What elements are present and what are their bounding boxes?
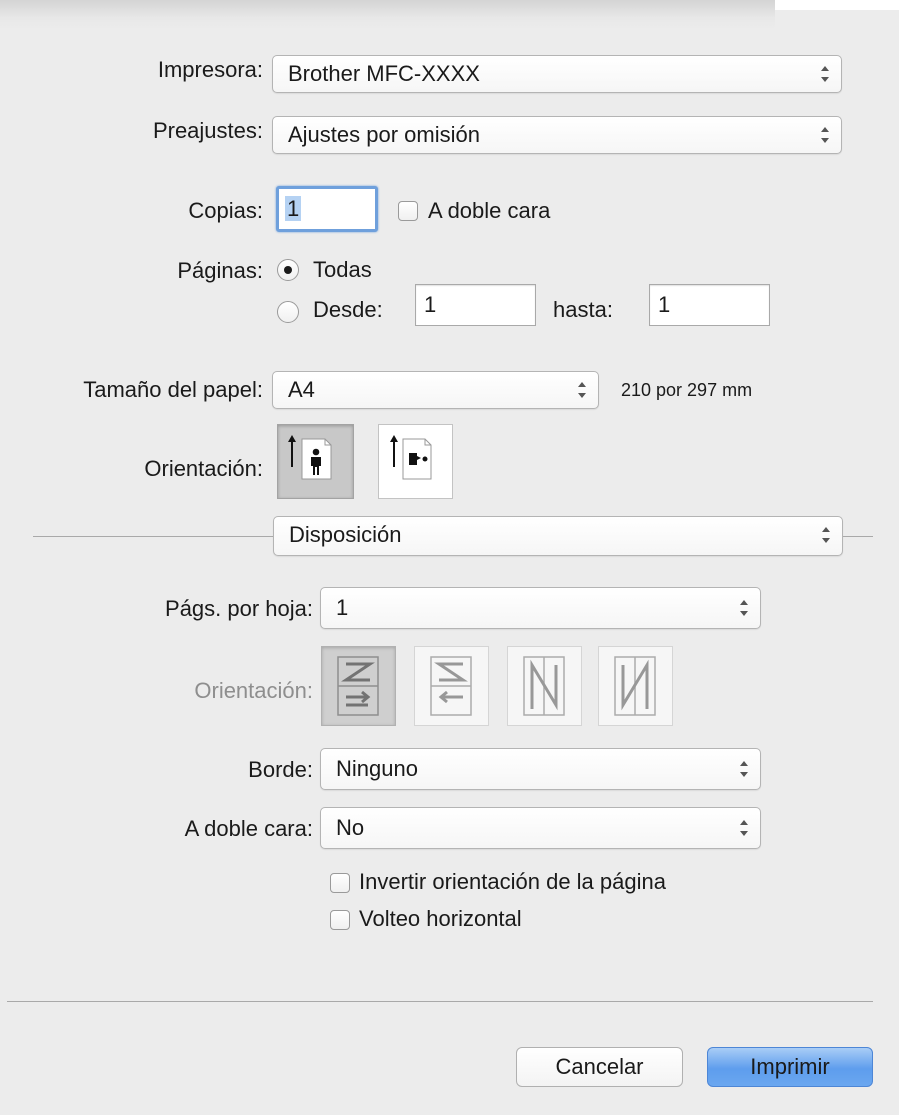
- portrait-icon: [288, 435, 332, 480]
- pages-to-field[interactable]: 1: [649, 284, 770, 326]
- layout-direction-z-button[interactable]: [321, 646, 396, 726]
- paper-size-label: Tamaño del papel:: [83, 377, 263, 402]
- border-value: Ninguno: [336, 756, 418, 781]
- printer-popup[interactable]: Brother MFC-XXXX: [272, 55, 842, 93]
- orientation-landscape-button[interactable]: [378, 424, 453, 499]
- layout-direction-label: Orientación:: [194, 678, 313, 703]
- popup-arrows-icon: [738, 817, 750, 839]
- sheet-header-shadow: [0, 0, 775, 30]
- presets-label: Preajustes:: [152, 118, 263, 143]
- paper-dimensions: 210 por 297 mm: [621, 380, 753, 400]
- pages-from-radio[interactable]: [277, 301, 299, 323]
- print-button[interactable]: Imprimir: [707, 1047, 873, 1087]
- copies-field[interactable]: 1: [276, 186, 378, 232]
- pages-from-field[interactable]: 1: [415, 284, 536, 326]
- border-popup[interactable]: Ninguno: [320, 748, 761, 790]
- pages-to-label: hasta:: [553, 297, 613, 322]
- horizontal-flip-checkbox[interactable]: [330, 910, 350, 930]
- n-reverse-order-icon: [523, 656, 565, 716]
- pages-all-radio[interactable]: [277, 259, 299, 281]
- pages-from-label: Desde:: [313, 297, 383, 322]
- pages-label: Páginas:: [177, 258, 263, 283]
- popup-arrows-icon: [820, 524, 832, 546]
- pages-from-value: 1: [424, 292, 437, 317]
- popup-arrows-icon: [819, 63, 831, 85]
- layout-direction-n-button[interactable]: [598, 646, 673, 726]
- two-sided-label: A doble cara:: [184, 816, 313, 841]
- pages-per-sheet-label: Págs. por hoja:: [165, 596, 313, 621]
- reverse-orientation-label: Invertir orientación de la página: [359, 869, 666, 894]
- reverse-orientation-checkbox[interactable]: [330, 873, 350, 893]
- n-order-icon: [614, 656, 656, 716]
- pages-per-sheet-value: 1: [336, 595, 349, 620]
- border-label: Borde:: [248, 757, 313, 782]
- printer-value: Brother MFC-XXXX: [288, 61, 480, 86]
- two-sided-value: No: [336, 815, 365, 840]
- layout-direction-s-button[interactable]: [414, 646, 489, 726]
- paper-size-popup[interactable]: A4: [272, 371, 599, 409]
- presets-value: Ajustes por omisión: [288, 122, 480, 147]
- copies-label: Copias:: [188, 198, 263, 223]
- section-divider-right: [843, 536, 873, 537]
- s-order-icon: [430, 656, 472, 716]
- paper-size-value: A4: [288, 377, 315, 402]
- popup-arrows-icon: [819, 124, 831, 146]
- horizontal-flip-label: Volteo horizontal: [359, 906, 522, 931]
- landscape-icon: [390, 435, 432, 480]
- printer-label: Impresora:: [157, 57, 263, 82]
- popup-arrows-icon: [576, 379, 588, 401]
- bottom-divider: [7, 1001, 873, 1002]
- pages-all-label: Todas: [313, 257, 372, 282]
- orientation-label: Orientación:: [144, 456, 263, 481]
- pages-per-sheet-popup[interactable]: 1: [320, 587, 761, 629]
- two-sided-popup[interactable]: No: [320, 807, 761, 849]
- two-sided-checkbox-label: A doble cara: [428, 198, 551, 223]
- orientation-portrait-button[interactable]: [277, 424, 354, 499]
- copies-value: 1: [285, 196, 302, 221]
- popup-arrows-icon: [738, 597, 750, 619]
- presets-popup[interactable]: Ajustes por omisión: [272, 116, 842, 154]
- popup-arrows-icon: [738, 758, 750, 780]
- two-sided-checkbox[interactable]: [398, 201, 418, 221]
- z-order-icon: [337, 656, 379, 716]
- pages-to-value: 1: [658, 292, 671, 317]
- cancel-button[interactable]: Cancelar: [516, 1047, 683, 1087]
- section-value: Disposición: [289, 522, 402, 547]
- section-popup[interactable]: Disposición: [273, 516, 843, 556]
- section-divider-left: [33, 536, 273, 537]
- layout-direction-n-reverse-button[interactable]: [507, 646, 582, 726]
